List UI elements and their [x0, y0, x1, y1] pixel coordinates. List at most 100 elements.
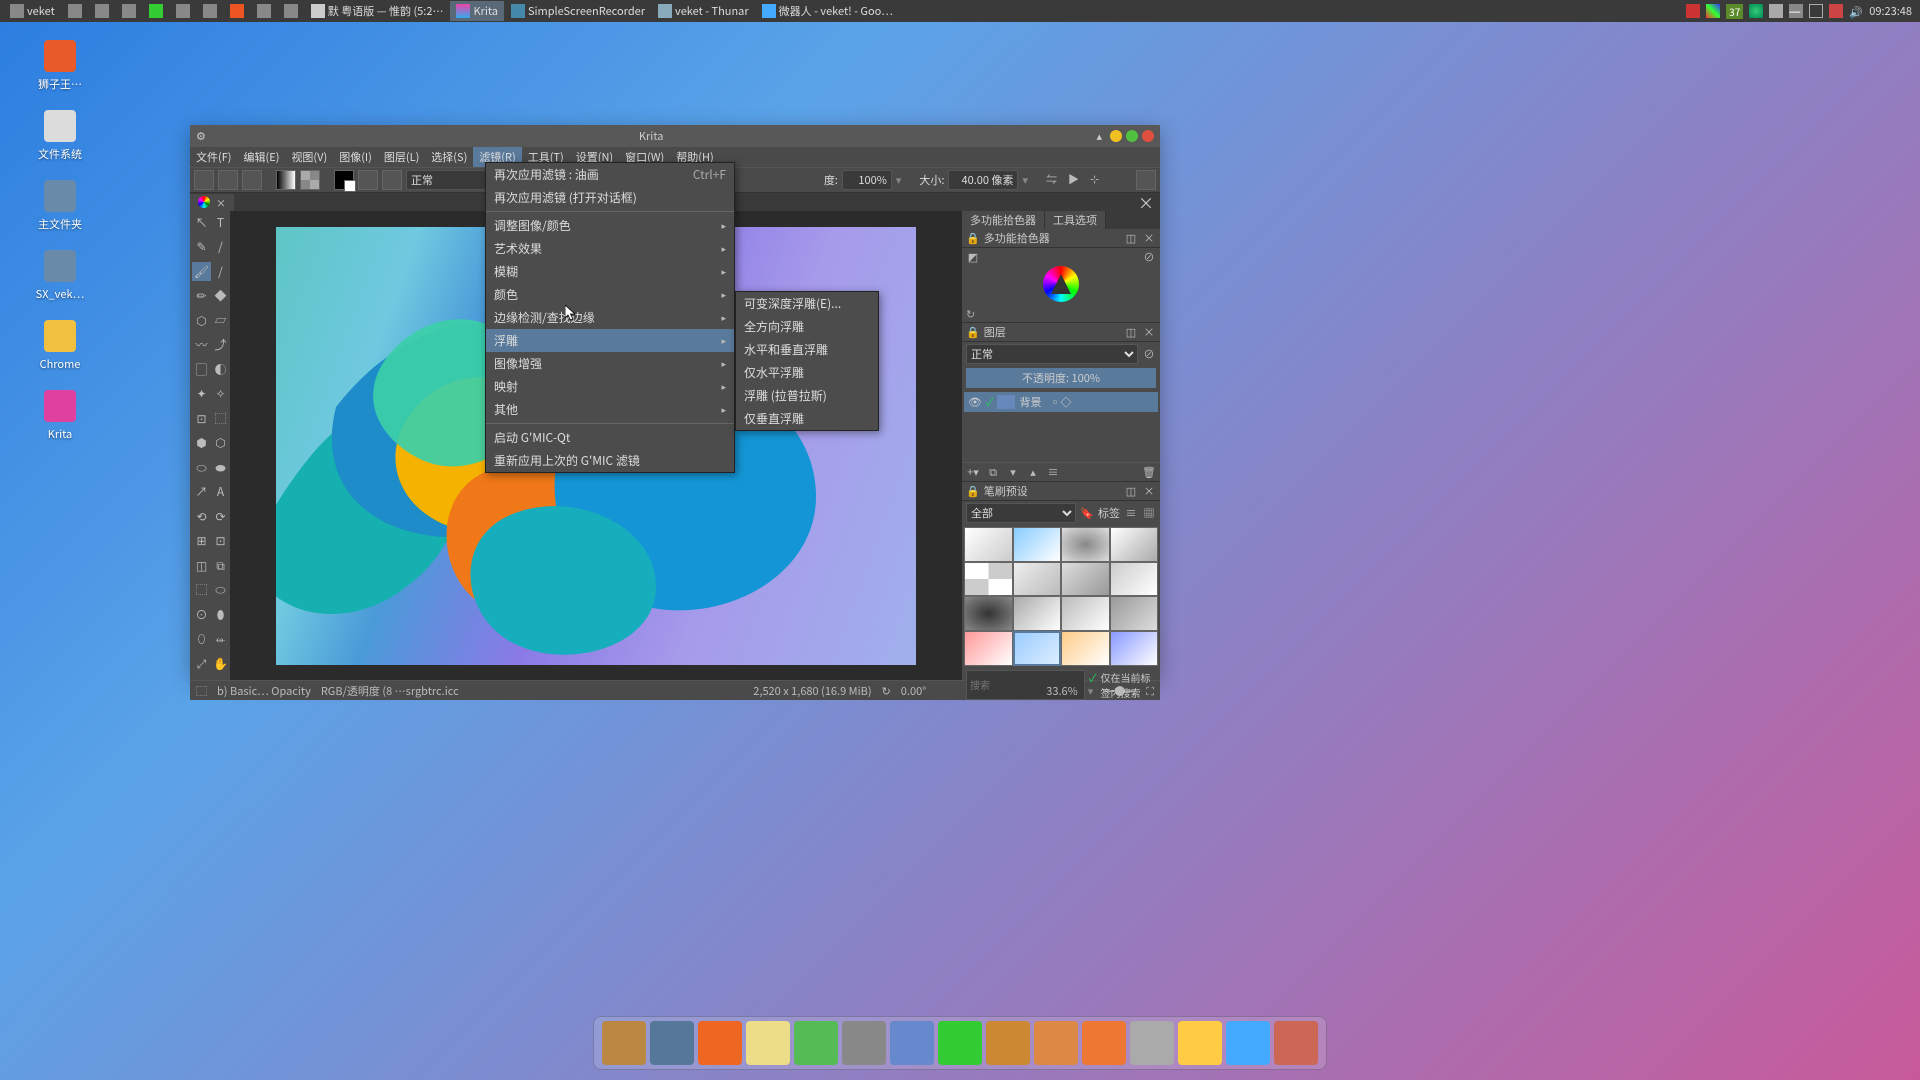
lock-icon[interactable]: 🔒	[966, 483, 980, 499]
layer-thumbnail[interactable]	[997, 395, 1015, 409]
tool-button[interactable]: 〰	[192, 335, 211, 354]
tray-icon[interactable]	[1686, 4, 1700, 18]
tool-button[interactable]: ↗	[192, 482, 211, 501]
taskbar-item[interactable]	[89, 2, 115, 20]
float-icon[interactable]: ◫	[1124, 484, 1138, 498]
dock-item[interactable]	[698, 1021, 742, 1065]
tool-button[interactable]: ✏	[192, 286, 211, 305]
blend-prev-icon[interactable]: ⊘	[1142, 347, 1156, 361]
close-button[interactable]	[1142, 130, 1154, 142]
view-list-icon[interactable]: ≡	[1124, 506, 1138, 520]
document-tab[interactable]: ×	[190, 194, 234, 211]
menu-item[interactable]: 图像(I)	[333, 147, 378, 167]
menu-entry[interactable]: 可变深度浮雕(E)...	[736, 292, 878, 315]
layer-row[interactable]: 👁 ✓ 背景 ▫◇	[964, 392, 1158, 412]
move-down-icon[interactable]: ▾	[1006, 465, 1020, 479]
tool-button[interactable]: ⤴	[211, 335, 230, 354]
tool-button[interactable]: ▱	[211, 311, 230, 330]
tool-button[interactable]: ⟳	[211, 507, 230, 526]
tool-button[interactable]: T	[211, 213, 230, 232]
menu-entry[interactable]: 其他▸	[486, 398, 734, 421]
selection-icon[interactable]: ⬚	[196, 683, 207, 699]
visibility-icon[interactable]: 👁	[968, 394, 982, 410]
notify-icon[interactable]: ━	[1789, 4, 1803, 18]
desktop-item[interactable]: SX_vek…	[20, 250, 100, 302]
brush-preset[interactable]	[964, 562, 1013, 597]
brush-preset[interactable]	[1061, 527, 1110, 562]
tab-color-picker[interactable]: 多功能拾色器	[962, 211, 1045, 229]
brush-preset[interactable]	[1013, 631, 1062, 666]
dock-item[interactable]	[890, 1021, 934, 1065]
brush-preset[interactable]	[1110, 631, 1159, 666]
taskbar-item[interactable]	[224, 2, 250, 20]
dock-item[interactable]	[794, 1021, 838, 1065]
menu-item[interactable]: 编辑(E)	[238, 147, 286, 167]
brush-preset[interactable]	[1013, 527, 1062, 562]
taskbar-item[interactable]	[116, 2, 142, 20]
taskbar-item[interactable]: veket	[4, 1, 61, 21]
menu-entry[interactable]: 图像增强▸	[486, 352, 734, 375]
menu-entry[interactable]: 调整图像/颜色▸	[486, 214, 734, 237]
fgbg-icon[interactable]	[334, 170, 354, 190]
close-icon[interactable]: ×	[1142, 325, 1156, 339]
tool-button[interactable]: /	[211, 237, 230, 256]
dock-item[interactable]	[650, 1021, 694, 1065]
tool-button[interactable]: ⬯	[192, 629, 211, 648]
menu-entry[interactable]: 颜色▸	[486, 283, 734, 306]
dock-item[interactable]	[986, 1021, 1030, 1065]
brush-preset[interactable]	[964, 631, 1013, 666]
maximize-button[interactable]	[1126, 130, 1138, 142]
dock-item[interactable]	[1226, 1021, 1270, 1065]
close-icon[interactable]: ×	[1142, 484, 1156, 498]
tool-button[interactable]: ◆	[211, 286, 230, 305]
wrap-icon[interactable]: ⊹	[1090, 171, 1108, 189]
tab-tool-options[interactable]: 工具选项	[1045, 211, 1106, 229]
tool-button[interactable]: ⊙	[192, 605, 211, 624]
size-field[interactable]: 40.00 像素	[948, 170, 1018, 190]
menu-entry[interactable]: 再次应用滤镜 (打开对话框)	[486, 186, 734, 209]
taskbar-item[interactable]	[251, 2, 277, 20]
open-icon[interactable]	[218, 170, 238, 190]
tool-button[interactable]: ✧	[211, 384, 230, 403]
desktop-item[interactable]: 主文件夹	[20, 180, 100, 232]
rotation-icon[interactable]: ↻	[882, 683, 891, 699]
mirror-h-icon[interactable]: ⇋	[1046, 171, 1064, 189]
settings-icon[interactable]: ⚙	[196, 128, 206, 144]
dock-item[interactable]	[602, 1021, 646, 1065]
tool-button[interactable]: ✦	[192, 384, 211, 403]
delete-layer-icon[interactable]: 🗑	[1142, 465, 1156, 479]
tool-button[interactable]: ⬡	[192, 311, 211, 330]
taskbar-item[interactable]	[197, 2, 223, 20]
menu-item[interactable]: 选择(S)	[425, 147, 473, 167]
menu-entry[interactable]: 浮雕 (拉普拉斯)	[736, 384, 878, 407]
menu-entry[interactable]: 艺术效果▸	[486, 237, 734, 260]
fullscreen-icon[interactable]: ⛶	[1146, 683, 1154, 699]
tab-close-icon[interactable]: ×	[216, 195, 226, 210]
tool-button[interactable]: ⊞	[192, 531, 211, 550]
layer-props-icon[interactable]: ▫◇	[1049, 394, 1071, 410]
taskbar-item[interactable]: 微器人 - veket! - Goo…	[756, 1, 899, 21]
battery-icon[interactable]	[1809, 4, 1823, 18]
dock-item[interactable]	[1178, 1021, 1222, 1065]
eraser-icon[interactable]	[382, 170, 402, 190]
lock-icon[interactable]: 🔒	[966, 230, 980, 246]
brush-preset[interactable]	[964, 527, 1013, 562]
tool-button[interactable]: ⬭	[211, 580, 230, 599]
tool-button[interactable]: ⬰	[211, 629, 230, 648]
tool-button[interactable]: A	[211, 482, 230, 501]
tool-button[interactable]: ↖	[192, 213, 211, 232]
dock-item[interactable]	[842, 1021, 886, 1065]
menu-entry[interactable]: 重新应用上次的 G'MIC 滤镜	[486, 449, 734, 472]
dock-item[interactable]	[1130, 1021, 1174, 1065]
tool-button[interactable]: ⟲	[192, 507, 211, 526]
tool-button[interactable]: ⬭	[192, 458, 211, 477]
brush-preset[interactable]	[1110, 527, 1159, 562]
new-icon[interactable]	[194, 170, 214, 190]
taskbar-item[interactable]	[278, 2, 304, 20]
brush-preset[interactable]	[964, 596, 1013, 631]
taskbar-item[interactable]	[143, 2, 169, 20]
float-icon[interactable]: ◫	[1124, 231, 1138, 245]
lock-icon[interactable]: 🔒	[966, 324, 980, 340]
tool-button[interactable]: ⬡	[211, 433, 230, 452]
dock-item[interactable]	[1274, 1021, 1318, 1065]
